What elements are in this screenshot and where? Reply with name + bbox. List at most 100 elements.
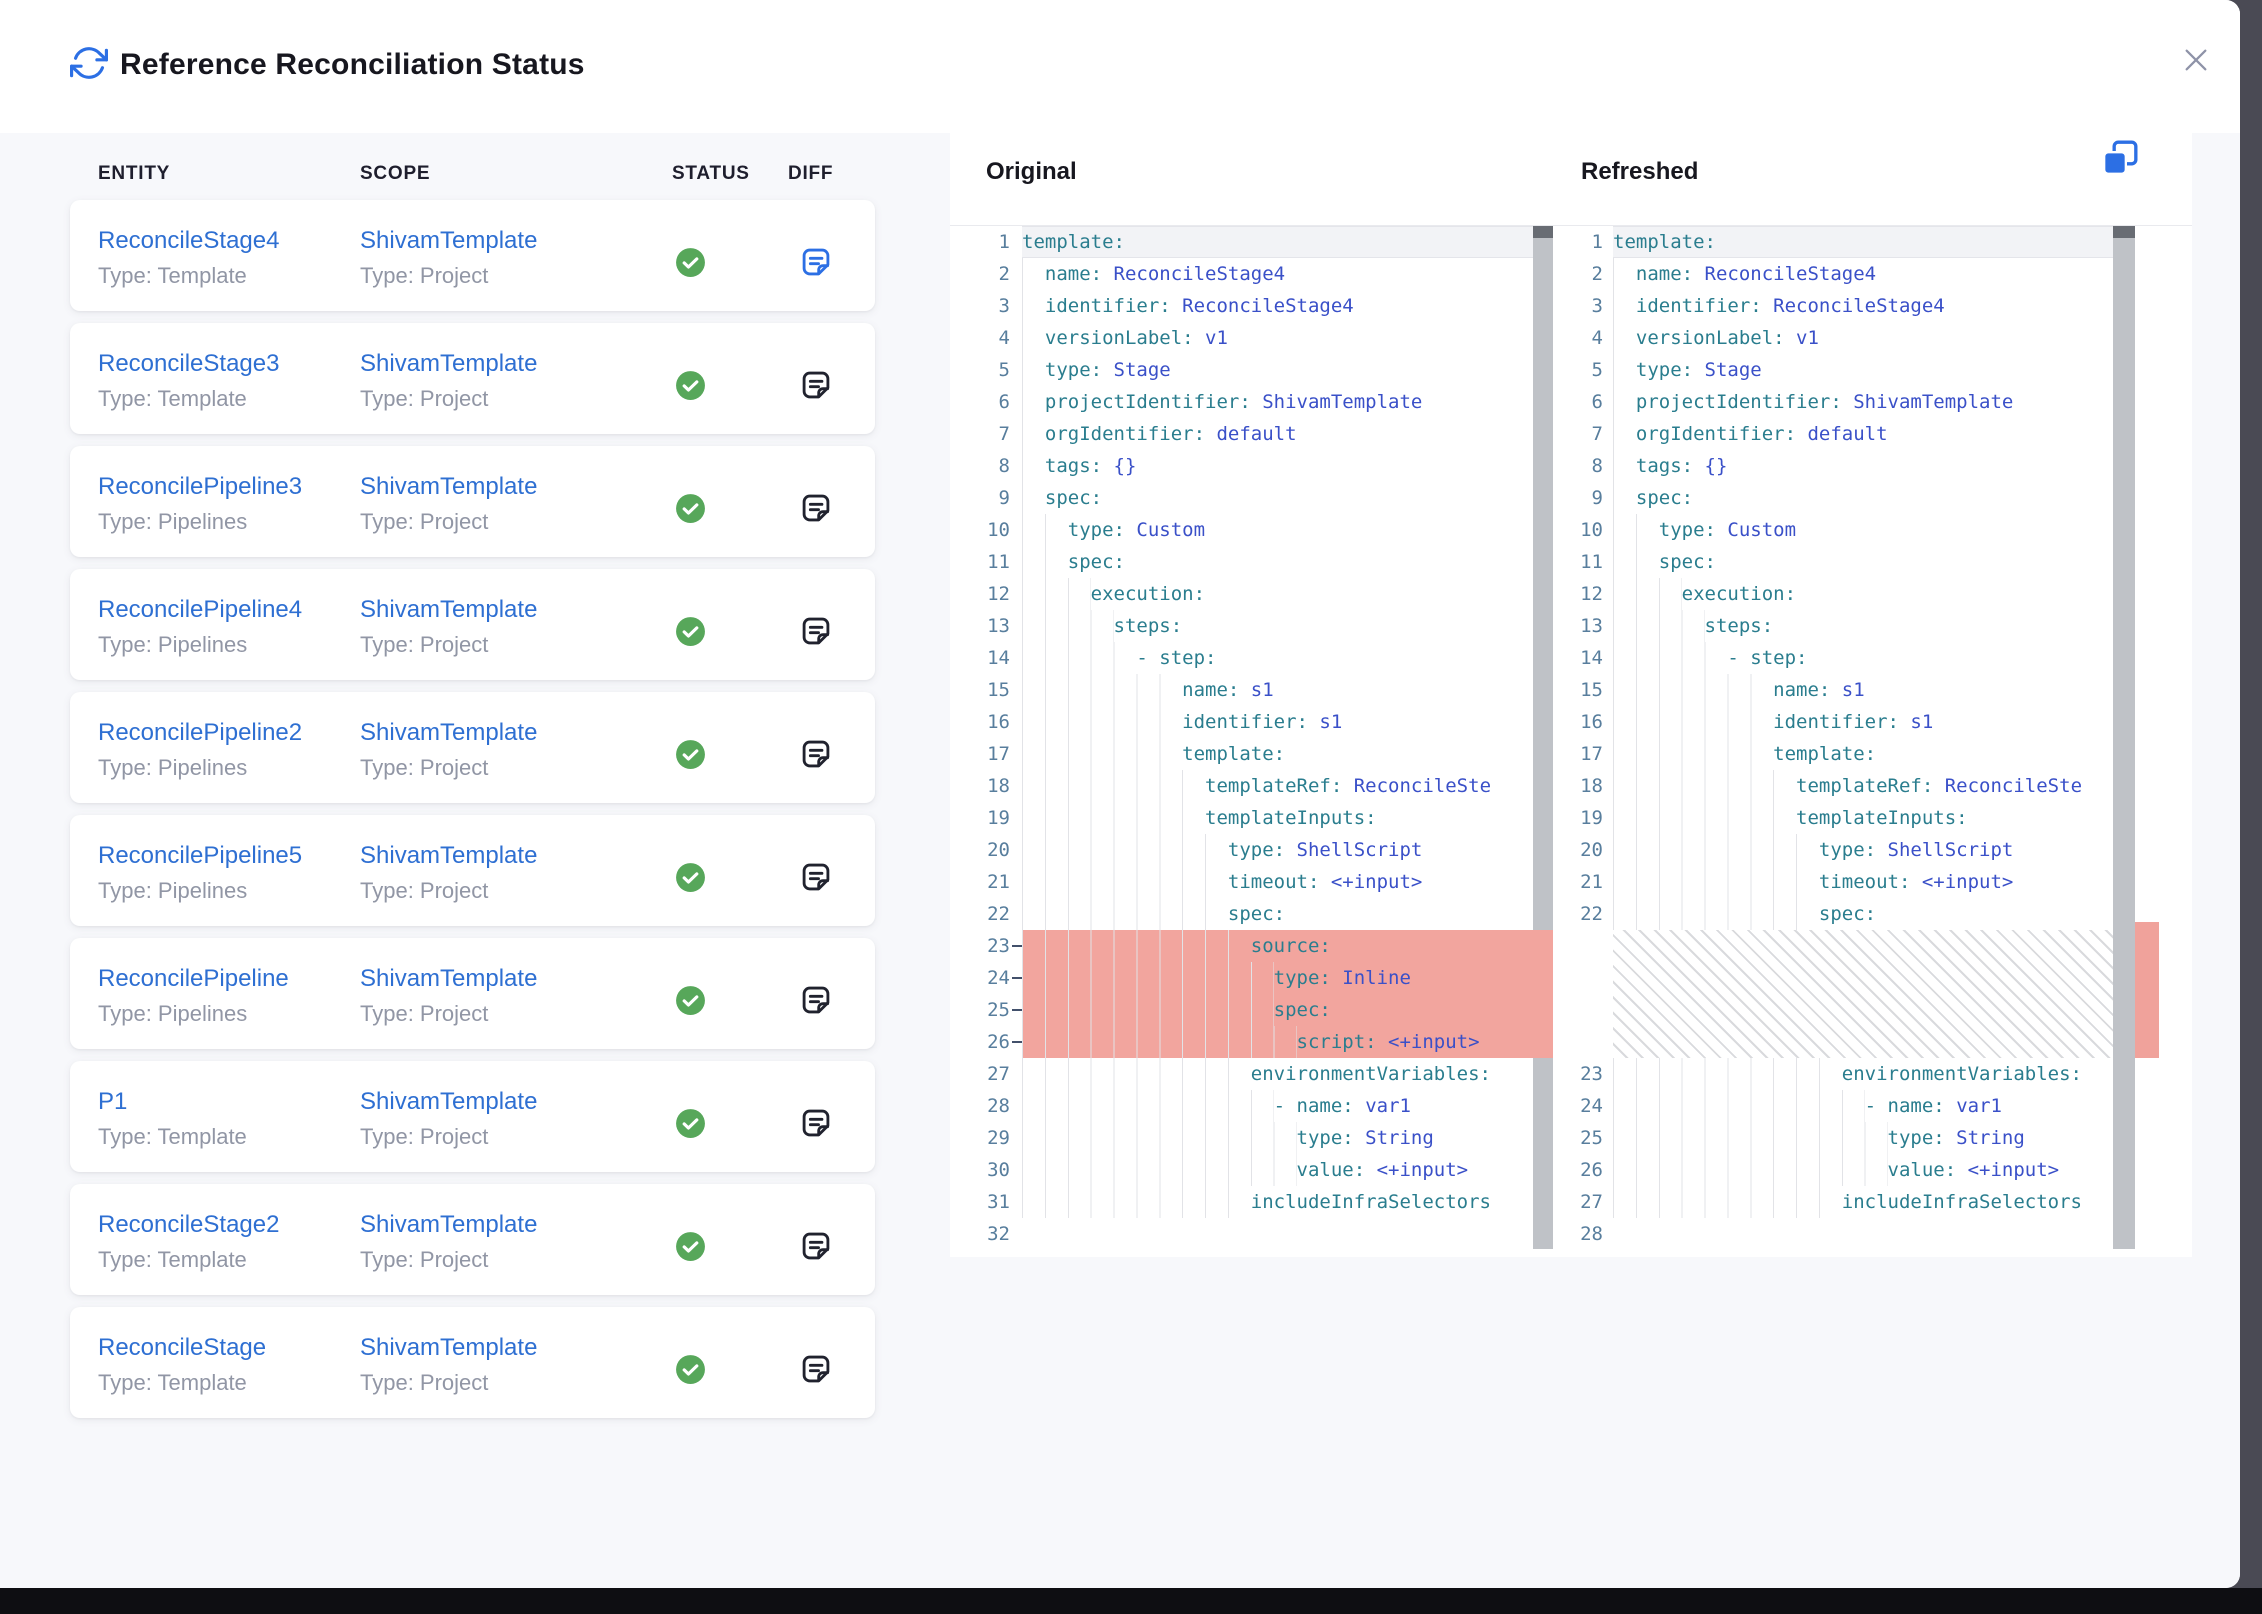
code-line: 8tags: {}: [950, 450, 1553, 482]
line-number: 24: [1553, 1090, 1613, 1122]
entity-cell: ReconcilePipeline2Type: Pipelines: [70, 692, 360, 803]
entity-link[interactable]: ReconcilePipeline3: [98, 473, 302, 501]
line-number: 2: [1553, 258, 1613, 290]
status-cell: [672, 1307, 788, 1418]
scope-link[interactable]: ShivamTemplate: [360, 1088, 537, 1116]
status-cell: [672, 569, 788, 680]
diff-note-icon[interactable]: [799, 1229, 833, 1263]
code-line: 3identifier: ReconcileStage4: [1553, 290, 2192, 322]
code-line: 28- name: var1: [950, 1090, 1553, 1122]
entity-link[interactable]: ReconcileStage: [98, 1334, 266, 1362]
diff-note-icon[interactable]: [799, 860, 833, 894]
code-line: 8tags: {}: [1553, 450, 2192, 482]
line-number: 10: [1553, 514, 1613, 546]
line-number: 21: [1553, 866, 1613, 898]
diff-removed-marker: [2135, 922, 2159, 1058]
code-line: 2name: ReconcileStage4: [1553, 258, 2192, 290]
scope-link[interactable]: ShivamTemplate: [360, 1334, 537, 1362]
table-row: ReconcileStage4Type: TemplateShivamTempl…: [70, 200, 875, 311]
scope-link[interactable]: ShivamTemplate: [360, 596, 537, 624]
code-line: 11spec:: [1553, 546, 2192, 578]
line-number: 11: [1553, 546, 1613, 578]
table-row: ReconcilePipeline5 Type: PipelinesShivamT…: [70, 815, 875, 926]
scope-link[interactable]: ShivamTemplate: [360, 473, 537, 501]
entity-cell: ReconcilePipelineType: Pipelines: [70, 938, 360, 1049]
code-line: 2name: ReconcileStage4: [950, 258, 1553, 290]
entity-type-label: Type: Template: [98, 1370, 360, 1396]
table-row: ReconcilePipeline2Type: PipelinesShivamT…: [70, 692, 875, 803]
scrollbar[interactable]: [2113, 226, 2135, 1249]
diff-note-icon[interactable]: [799, 1352, 833, 1386]
diff-note-icon[interactable]: [799, 245, 833, 279]
status-success-icon: [674, 984, 707, 1017]
entity-link[interactable]: ReconcilePipeline5: [98, 842, 302, 870]
diff-cell: [788, 1184, 875, 1295]
code-line: 13steps:: [1553, 610, 2192, 642]
line-number: 21: [950, 866, 1022, 898]
code-line: 23environmentVariables:: [1553, 1058, 2192, 1090]
scope-cell: ShivamTemplateType: Project: [360, 323, 672, 434]
line-number: 27: [950, 1058, 1022, 1090]
line-number: 25: [950, 994, 1022, 1026]
line-number: 26: [1553, 1154, 1613, 1186]
code-line: 1template:: [950, 226, 1553, 258]
code-line: 18templateRef: ReconcileSte: [1553, 770, 2192, 802]
line-number: 29: [950, 1122, 1022, 1154]
entity-type-label: Type: Pipelines: [98, 878, 360, 904]
diff-note-icon[interactable]: [799, 614, 833, 648]
entity-link[interactable]: ReconcileStage3: [98, 350, 279, 378]
table-row: ReconcilePipeline4Type: PipelinesShivamT…: [70, 569, 875, 680]
line-number: 17: [1553, 738, 1613, 770]
scrollbar-cursor-marker: [1533, 226, 1553, 238]
code-line: 24- name: var1: [1553, 1090, 2192, 1122]
code-line: 13steps:: [950, 610, 1553, 642]
status-cell: [672, 200, 788, 311]
table-row: ReconcilePipelineType: PipelinesShivamTe…: [70, 938, 875, 1049]
copy-icon[interactable]: [2100, 138, 2140, 178]
table-row: ReconcilePipeline3Type: PipelinesShivamT…: [70, 446, 875, 557]
code-line: 18templateRef: ReconcileSte: [950, 770, 1553, 802]
diff-note-icon[interactable]: [799, 368, 833, 402]
entity-link[interactable]: ReconcileStage4: [98, 227, 279, 255]
status-cell: [672, 446, 788, 557]
scope-link[interactable]: ShivamTemplate: [360, 227, 537, 255]
entity-link[interactable]: ReconcilePipeline4: [98, 596, 302, 624]
code-line: 11spec:: [950, 546, 1553, 578]
code-line: 32: [950, 1218, 1553, 1249]
page-title: Reference Reconciliation Status: [120, 48, 585, 82]
line-number: 6: [950, 386, 1022, 418]
status-cell: [672, 323, 788, 434]
line-number: 28: [1553, 1218, 1613, 1249]
diff-note-icon[interactable]: [799, 1106, 833, 1140]
diff-note-icon[interactable]: [799, 491, 833, 525]
line-number: 13: [950, 610, 1022, 642]
line-number: 13: [1553, 610, 1613, 642]
status-cell: [672, 815, 788, 926]
scope-cell: ShivamTemplateType: Project: [360, 200, 672, 311]
diff-removed-marker: [1533, 930, 1553, 1058]
diff-note-icon[interactable]: [799, 983, 833, 1017]
scope-link[interactable]: ShivamTemplate: [360, 350, 537, 378]
code-line: 21timeout: <+input>: [1553, 866, 2192, 898]
scope-link[interactable]: ShivamTemplate: [360, 965, 537, 993]
entity-link[interactable]: ReconcilePipeline2: [98, 719, 302, 747]
scope-link[interactable]: ShivamTemplate: [360, 719, 537, 747]
line-number: 30: [950, 1154, 1022, 1186]
entity-link[interactable]: ReconcilePipeline: [98, 965, 289, 993]
diff-note-icon[interactable]: [799, 737, 833, 771]
entity-link[interactable]: ReconcileStage2: [98, 1211, 279, 1239]
status-cell: [672, 938, 788, 1049]
scope-link[interactable]: ShivamTemplate: [360, 842, 537, 870]
code-line: 6projectIdentifier: ShivamTemplate: [950, 386, 1553, 418]
entity-type-label: Type: Template: [98, 1247, 360, 1273]
entity-link[interactable]: P1: [98, 1088, 127, 1116]
close-icon[interactable]: [2172, 36, 2220, 84]
table-header-row: ENTITY SCOPE STATUS DIFF: [70, 133, 875, 200]
line-number: 4: [950, 322, 1022, 354]
status-success-icon: [674, 615, 707, 648]
line-number: 22: [950, 898, 1022, 930]
code-line: 12execution:: [1553, 578, 2192, 610]
reconcile-table: ENTITY SCOPE STATUS DIFF ReconcileStage4…: [70, 133, 875, 1430]
scrollbar[interactable]: [1533, 226, 1553, 1249]
scope-link[interactable]: ShivamTemplate: [360, 1211, 537, 1239]
